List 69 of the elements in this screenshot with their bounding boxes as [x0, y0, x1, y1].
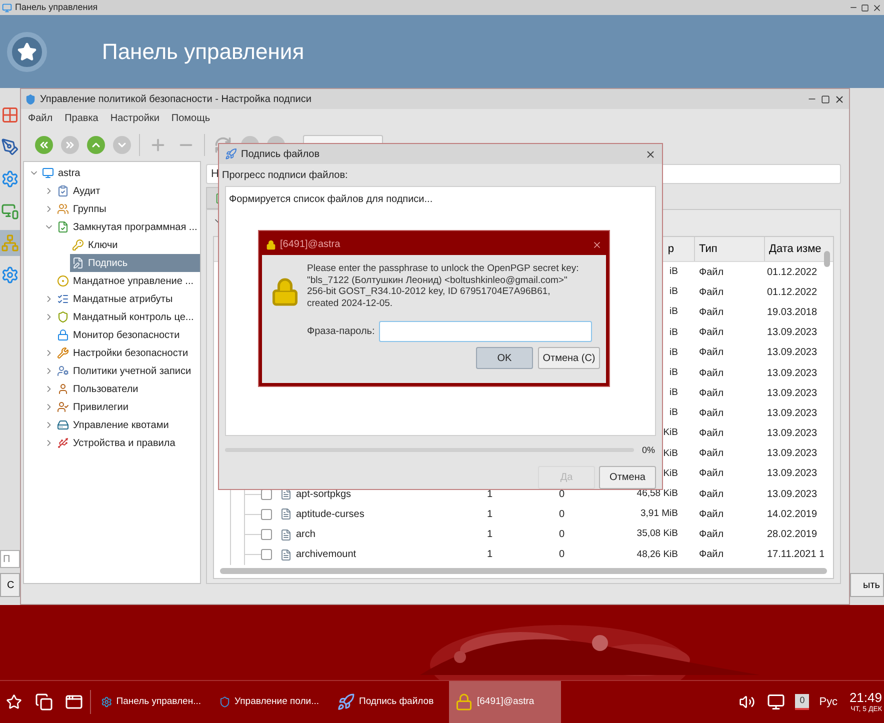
table-cell: 1: [487, 488, 493, 500]
date-cell: 13.09.2023: [767, 488, 818, 500]
date-cell: 13.09.2023: [767, 448, 818, 460]
message-line: Please enter the passphrase to unlock the OpenPGP secret key:: [307, 263, 579, 274]
date-cell: 19.03.2018: [767, 306, 818, 318]
table-cell: 0: [559, 529, 565, 540]
table-cell: 0: [559, 508, 565, 520]
progress-label: Прогресс подписи файлов:: [221, 169, 349, 184]
size-cell-text: iB: [670, 366, 678, 380]
size-cell-text: iB: [670, 406, 678, 420]
file-name: aptitude-curses: [296, 508, 364, 522]
type-cell: Файл: [699, 508, 724, 520]
date-cell: 13.09.2023: [767, 368, 818, 379]
type-cell: Файл: [699, 468, 724, 480]
size-cell-text: 35,08 KiB: [636, 527, 678, 542]
window-title: Подпись файлов: [241, 148, 321, 162]
progress-reading: 0%: [642, 444, 656, 456]
message-line: 256-bit GOST_R34.10-2012 key, ID 67951704E7A96B61,: [307, 286, 552, 298]
table-cell: 0: [559, 488, 565, 500]
window-title: [6491]@astra: [280, 238, 342, 252]
size-cell: KiB: [663, 446, 678, 461]
type-cell: Файл: [699, 488, 724, 500]
type-cell: Файл: [699, 306, 724, 318]
table-cell: 0: [559, 549, 565, 560]
type-cell: Файл: [699, 286, 724, 298]
type-cell: Файл: [699, 448, 724, 460]
field-label: Фраза-пароль:: [307, 325, 375, 339]
type-cell: Файл: [699, 408, 724, 419]
size-cell: iB: [670, 285, 678, 300]
type-cell: Файл: [699, 388, 724, 399]
date-cell: 01.12.2022: [767, 286, 818, 298]
file-name: apt-sortpkgs: [296, 488, 352, 502]
date-cell: 01.12.2022: [767, 266, 818, 278]
message-line: "bls_7122 (Болтушкин Леонид) <boltushkinleo@gmail.com>": [307, 274, 568, 286]
size-cell-text: iB: [670, 264, 678, 279]
type-cell: Файл: [699, 428, 724, 440]
size-cell: iB: [670, 346, 678, 360]
file-name: arch: [296, 528, 316, 542]
type-cell: Файл: [699, 347, 724, 358]
date-cell: 13.09.2023: [767, 408, 818, 419]
window-title: Панель управления: [15, 0, 99, 14]
log-text: Формируется список файлов для подписи...: [229, 194, 433, 206]
type-cell: Файл: [699, 327, 724, 338]
type-cell: Файл: [699, 368, 724, 379]
table-cell: 1: [487, 549, 493, 560]
date-cell: 13.09.2023: [767, 468, 818, 480]
size-cell: iB: [670, 326, 678, 340]
table-cell: 1: [487, 508, 493, 520]
date-cell: 14.02.2019: [767, 508, 818, 520]
size-cell-text: iB: [670, 305, 678, 320]
date-cell: 17.11.2021 1: [767, 549, 824, 560]
size-cell: 3,91 MiB: [640, 507, 678, 522]
size-cell-text: KiB: [663, 426, 678, 440]
size-cell: iB: [670, 386, 678, 400]
file-name: archivemount: [296, 548, 356, 562]
header-title: Панель управления: [102, 38, 304, 66]
date-cell: 13.09.2023: [767, 347, 818, 358]
type-cell: Файл: [699, 266, 724, 278]
message-line: created 2024-12-05.: [307, 298, 394, 309]
date-cell: 28.02.2019: [767, 529, 818, 540]
size-cell: 48,26 KiB: [636, 548, 678, 562]
date-cell: 13.09.2023: [767, 428, 818, 440]
type-cell: Файл: [699, 529, 724, 540]
size-cell-text: KiB: [663, 466, 678, 481]
type-cell: Файл: [699, 549, 724, 560]
window-title: Управление политикой безопасности - Настройка подписи: [40, 92, 312, 106]
table-cell: 1: [487, 529, 493, 540]
date-cell: 13.09.2023: [767, 388, 818, 399]
date-cell: 13.09.2023: [767, 327, 818, 338]
